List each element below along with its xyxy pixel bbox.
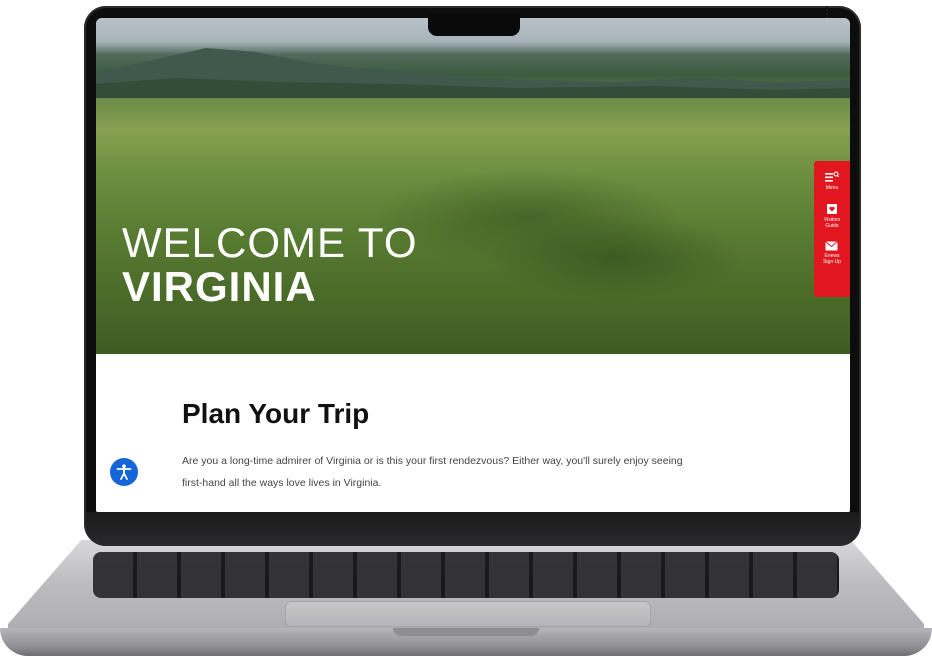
plan-your-trip-section: Plan Your Trip Are you a long-time admir… — [96, 354, 850, 512]
accessibility-button[interactable] — [110, 458, 138, 486]
visitors-guide-label: Visitors Guide — [823, 217, 841, 229]
camera-notch — [428, 14, 520, 36]
intro-text-line1: Are you a long-time admirer of Virginia … — [182, 455, 683, 467]
accessibility-icon — [116, 464, 132, 480]
laptop-screen-chin — [86, 512, 859, 546]
hero-title-virginia: VIRGINIA — [122, 263, 317, 310]
intro-text-line2: first-hand all the ways love lives in Vi… — [182, 477, 382, 489]
laptop-keyboard — [93, 552, 839, 598]
side-menu-button[interactable]: Menu — [825, 171, 839, 191]
section-heading: Plan Your Trip — [182, 398, 370, 429]
heart-book-icon — [827, 204, 837, 214]
menu-search-icon — [825, 171, 839, 182]
laptop-trackpad — [285, 601, 651, 627]
section-intro-text: Are you a long-time admirer of Virginia … — [182, 450, 782, 494]
floating-side-menu: Menu Visitors Guide Enews Sign Up — [814, 161, 850, 297]
hero-banner: WELCOME TO VIRGINIA Menu Visitors Guide … — [96, 18, 850, 354]
side-menu-label: Menu — [825, 185, 839, 191]
hero-title-welcome: WELCOME TO — [122, 219, 418, 266]
visitors-guide-button[interactable]: Visitors Guide — [824, 203, 840, 229]
hero-title: WELCOME TO VIRGINIA — [122, 222, 418, 308]
enews-signup-button[interactable]: Enews Sign Up — [823, 241, 841, 265]
envelope-icon — [825, 241, 839, 251]
laptop-opening-notch — [393, 628, 539, 636]
enews-signup-label: Enews Sign Up — [823, 253, 841, 265]
mountain-range-graphic — [96, 48, 850, 98]
laptop-screen: WELCOME TO VIRGINIA Menu Visitors Guide … — [96, 18, 850, 512]
